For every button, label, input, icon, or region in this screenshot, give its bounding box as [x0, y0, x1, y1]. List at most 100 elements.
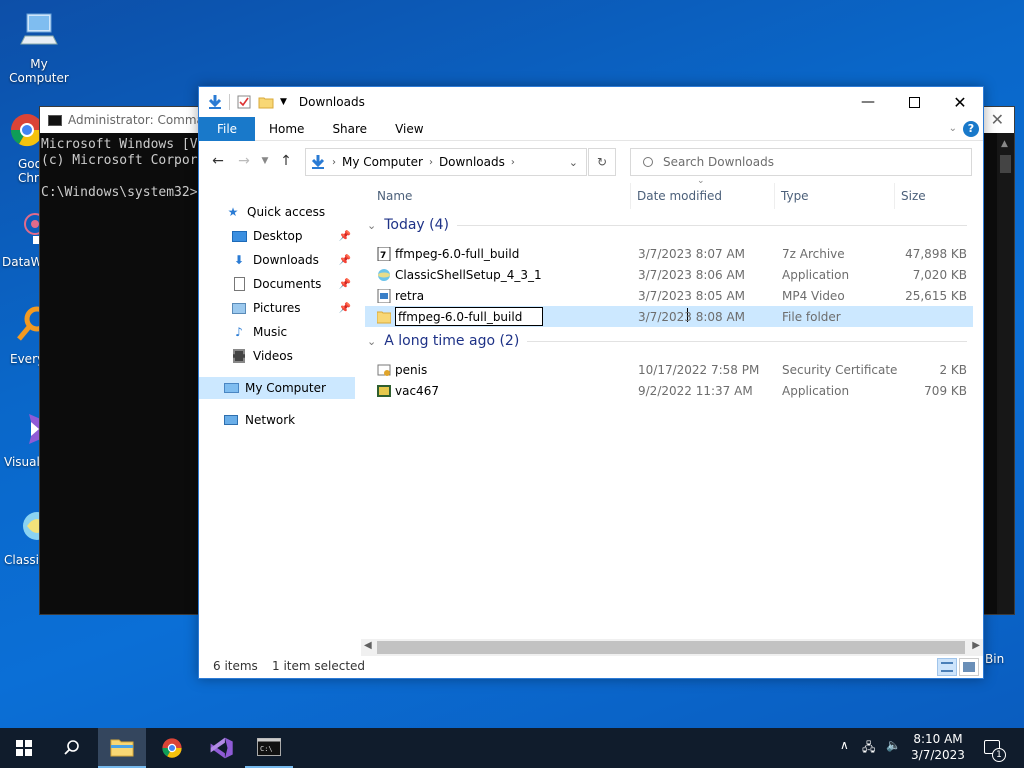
taskbar-command-prompt[interactable]: C:\ — [245, 728, 293, 768]
explorer-window[interactable]: ▼ Downloads — ✕ File Home Share View ⌄ ?… — [198, 86, 984, 679]
show-hidden-icons-chevron-icon[interactable]: ∧ — [840, 738, 849, 752]
taskbar-visual-studio[interactable] — [197, 728, 245, 768]
network-tray-icon[interactable]: 🖧 — [862, 738, 875, 759]
horizontal-scrollbar-thumb[interactable] — [377, 641, 965, 654]
group-label: A long time ago (2) — [384, 333, 520, 349]
pin-icon[interactable]: 📌 — [339, 303, 351, 314]
new-folder-icon[interactable] — [258, 94, 274, 110]
column-header-name[interactable]: Name — [359, 183, 631, 209]
breadcrumb-separator-icon[interactable]: › — [429, 157, 433, 168]
nav-pictures[interactable]: Pictures 📌 — [199, 297, 355, 319]
cmd-icon — [48, 114, 62, 126]
group-header-long-time-ago[interactable]: ⌄ A long time ago (2) — [367, 333, 967, 349]
table-row[interactable]: retra 3/7/2023 8:05 AM MP4 Video 25,615 … — [365, 285, 973, 306]
breadcrumb-downloads[interactable]: Downloads — [439, 155, 505, 169]
file-date: 3/7/2023 8:05 AM — [638, 288, 746, 303]
table-row[interactable]: penis 10/17/2022 7:58 PM Security Certif… — [365, 359, 973, 380]
file-name: ClassicShellSetup_4_3_1 — [395, 267, 542, 282]
nav-network[interactable]: Network — [199, 409, 355, 431]
forward-arrow-icon[interactable]: → — [233, 153, 255, 169]
large-icons-view-button[interactable] — [959, 658, 979, 676]
search-icon — [643, 157, 653, 167]
tab-file[interactable]: File — [199, 116, 255, 141]
nav-quick-access[interactable]: ★ Quick access — [199, 201, 355, 223]
file-list[interactable]: Name Date modified ⌄ Type Size ⌄ Today (… — [359, 176, 975, 639]
desktop-icon-recycle-bin[interactable]: Bin — [985, 652, 1004, 666]
sort-chevron-icon: ⌄ — [697, 176, 705, 186]
7z-archive-icon: 7 — [377, 246, 391, 261]
address-bar[interactable]: › My Computer › Downloads › ⌄ — [305, 148, 587, 176]
column-header-type[interactable]: Type — [775, 183, 895, 209]
volume-icon[interactable]: 🔈 — [886, 738, 901, 752]
tab-home[interactable]: Home — [255, 117, 318, 141]
help-icon[interactable]: ? — [963, 121, 979, 137]
scroll-left-icon[interactable]: ◀ — [364, 640, 372, 651]
rename-input[interactable] — [395, 307, 543, 326]
file-date: 9/2/2022 11:37 AM — [638, 383, 753, 398]
pin-icon[interactable]: 📌 — [339, 255, 351, 266]
nav-label: Downloads — [253, 253, 319, 267]
breadcrumb-separator-icon[interactable]: › — [511, 157, 515, 168]
back-arrow-icon[interactable]: ← — [207, 153, 229, 169]
ribbon-tabs: File Home Share View ⌄ ? — [199, 116, 983, 141]
scroll-right-icon[interactable]: ▶ — [972, 640, 980, 651]
file-name: vac467 — [395, 383, 439, 398]
table-row-selected[interactable]: 3/7/2023 8:08 AM File folder — [365, 306, 973, 327]
close-button[interactable]: ✕ — [937, 87, 983, 117]
nav-music[interactable]: ♪ Music — [199, 321, 355, 343]
file-type: 7z Archive — [782, 246, 845, 261]
search-placeholder: Search Downloads — [663, 155, 774, 169]
minimize-button[interactable]: — — [845, 87, 891, 117]
nav-my-computer[interactable]: My Computer — [199, 377, 355, 399]
column-header-size[interactable]: Size — [895, 183, 975, 209]
search-box[interactable]: Search Downloads — [630, 148, 972, 176]
taskbar-chrome[interactable] — [148, 728, 196, 768]
table-row[interactable]: vac467 9/2/2022 11:37 AM Application 709… — [365, 380, 973, 401]
up-arrow-icon[interactable]: ↑ — [275, 153, 297, 169]
group-header-today[interactable]: ⌄ Today (4) — [367, 217, 967, 233]
breadcrumb-my-computer[interactable]: My Computer — [342, 155, 423, 169]
recent-locations-chevron-icon[interactable]: ▼ — [259, 156, 271, 166]
table-row[interactable]: ClassicShellSetup_4_3_1 3/7/2023 8:06 AM… — [365, 264, 973, 285]
file-date: 3/7/2023 8:08 AM — [638, 309, 746, 324]
file-date: 10/17/2022 7:58 PM — [638, 362, 760, 377]
certificate-icon — [377, 364, 391, 376]
download-arrow-icon — [311, 155, 325, 169]
close-icon[interactable]: ✕ — [991, 110, 1004, 129]
file-name: retra — [395, 288, 425, 303]
tab-view[interactable]: View — [381, 117, 437, 141]
maximize-button[interactable] — [891, 87, 937, 117]
nav-documents[interactable]: Documents 📌 — [199, 273, 355, 295]
nav-label: Quick access — [247, 205, 326, 219]
search-button[interactable] — [48, 728, 96, 768]
explorer-titlebar[interactable]: ▼ Downloads — ✕ — [199, 87, 983, 117]
tab-share[interactable]: Share — [318, 117, 381, 141]
navigation-pane[interactable]: ★ Quick access Desktop 📌 ⬇ Downloads 📌 D… — [199, 197, 357, 637]
nav-downloads[interactable]: ⬇ Downloads 📌 — [199, 249, 355, 271]
computer-icon — [20, 13, 58, 45]
pin-icon[interactable]: 📌 — [339, 279, 351, 290]
svg-text:7: 7 — [380, 251, 386, 261]
start-button[interactable] — [0, 728, 48, 768]
nav-desktop[interactable]: Desktop 📌 — [199, 225, 355, 247]
file-type: Security Certificate — [782, 362, 898, 377]
cmd-scrollbar[interactable]: ▲ — [997, 133, 1014, 614]
pin-icon[interactable]: 📌 — [339, 231, 351, 242]
desktop-folder-icon — [231, 228, 247, 244]
scroll-up-icon[interactable]: ▲ — [1001, 139, 1008, 149]
address-dropdown-icon[interactable]: ⌄ — [569, 156, 578, 169]
taskbar-file-explorer[interactable] — [98, 728, 146, 768]
expand-ribbon-icon[interactable]: ⌄ — [949, 123, 957, 134]
breadcrumb-separator-icon[interactable]: › — [332, 157, 336, 168]
table-row[interactable]: 7 ffmpeg-6.0-full_build 3/7/2023 8:07 AM … — [365, 243, 973, 264]
nav-videos[interactable]: Videos — [199, 345, 355, 367]
properties-icon[interactable] — [236, 94, 252, 110]
cmd-scrollbar-thumb[interactable] — [1000, 155, 1011, 173]
chevron-down-icon[interactable]: ▼ — [280, 97, 287, 107]
details-view-button[interactable] — [937, 658, 957, 676]
desktop-icon-my-computer[interactable]: My Computer — [0, 10, 78, 85]
clock[interactable]: 8:10 AM 3/7/2023 — [910, 731, 966, 763]
minimize-icon: — — [861, 94, 875, 110]
refresh-button[interactable]: ↻ — [588, 148, 616, 176]
column-header-date-modified[interactable]: Date modified — [631, 183, 775, 209]
